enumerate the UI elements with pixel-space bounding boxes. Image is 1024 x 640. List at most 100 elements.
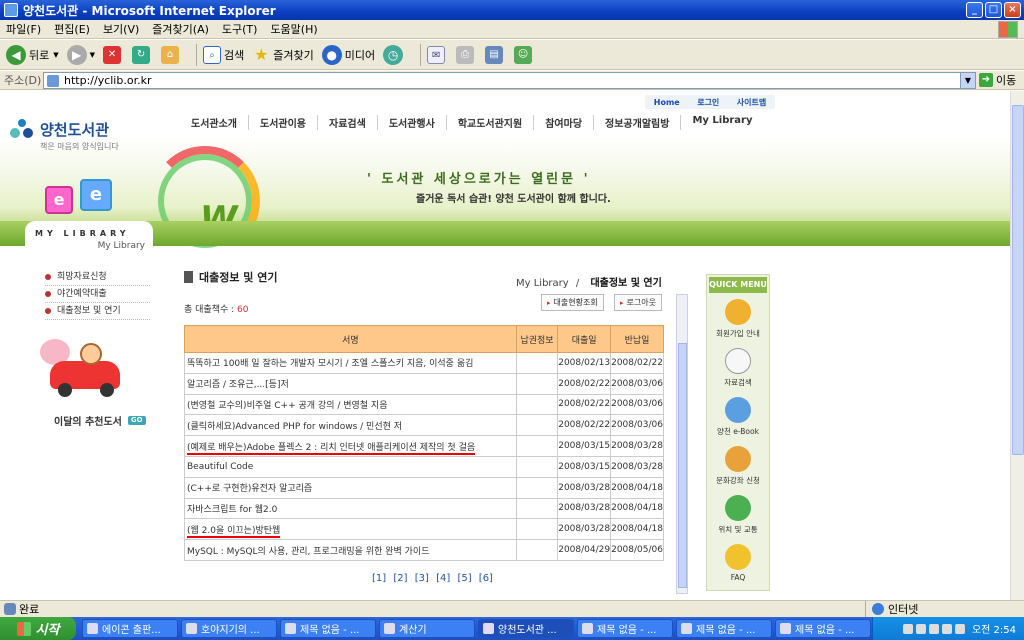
history-button[interactable]: ◷ [383,44,406,65]
favorites-button[interactable]: ★ 즐겨찾기 [252,45,314,64]
nav-school[interactable]: 학교도서관지원 [447,115,535,130]
home-button[interactable]: ⌂ [161,45,182,64]
menu-edit[interactable]: 편집(E) [54,21,90,37]
menu-bar: 파일(F) 편집(E) 보기(V) 즐겨찾기(A) 도구(T) 도움말(H) [0,20,1024,39]
page-scrollbar[interactable] [1010,91,1024,600]
util-home-link[interactable]: Home [654,98,680,107]
nav-mylibrary[interactable]: My Library [681,115,763,130]
page-link[interactable]: [2] [393,573,407,584]
menu-help[interactable]: 도움말(H) [270,21,317,37]
tray-icon[interactable] [941,623,952,634]
inner-scrollbar[interactable] [676,294,688,594]
address-input[interactable]: http://yclib.or.kr ▼ [43,72,976,89]
menu-view[interactable]: 보기(V) [103,21,139,37]
tray-icon[interactable] [928,623,939,634]
table-row[interactable]: 알고리즘 / 조유근,...[등]저 2008/02/22 2008/03/06 [184,372,664,395]
tray-icon[interactable] [902,623,913,634]
book-title-text[interactable]: (웹 2.0을 이끄는)방탄웹 [187,525,281,538]
start-button[interactable]: 시작 [0,617,76,640]
stop-button[interactable]: ✕ [103,45,124,64]
nav-community[interactable]: 참여마당 [534,115,595,130]
taskbar-item[interactable]: 제목 없음 - ... [577,619,673,638]
return-date: 2008/03/28 [610,435,664,457]
menu-favorites[interactable]: 즐겨찾기(A) [152,21,209,37]
close-button[interactable]: × [1004,2,1021,18]
quick-join[interactable]: 회원가입 안내 [707,295,769,344]
menu-file[interactable]: 파일(F) [6,21,41,37]
book-title: 알고리즘 / 조유근,...[등]저 [184,372,517,395]
total-loans-value: 60 [237,305,249,315]
table-row[interactable]: (예제로 배우는)Adobe 플렉스 2 : 리치 인터넷 애플리케이션 제작의… [184,435,664,457]
recommend-illustration[interactable] [40,331,155,411]
mail-button[interactable]: ✉ [427,45,448,64]
table-row[interactable]: MySQL : MySQL의 사용, 관리, 프로그래밍을 위한 완벽 가이드 2… [184,539,664,561]
logout-button[interactable]: ▸ 로그아웃 [614,294,662,311]
nav-about[interactable]: 도서관소개 [180,115,249,130]
globe-icon [725,495,751,521]
table-row[interactable]: 똑똑하고 100배 일 잘하는 개발자 모시기 / 조엘 스폴스키 지음, 이석… [184,352,664,374]
print-button[interactable]: ⎙ [456,45,477,64]
forward-button[interactable]: ▶ ▼ [66,44,95,65]
table-row[interactable]: 자바스크립트 for 웹2.0 2008/03/28 2008/04/18 [184,497,664,520]
loan-status-button[interactable]: ▸ 대출현황조회 [541,294,604,311]
info-cell [515,476,559,499]
go-button[interactable]: ➜ 이동 [979,72,1016,88]
nav-info[interactable]: 정보공개알림방 [594,115,682,130]
nav-usage[interactable]: 도서관이용 [249,115,318,130]
app-icon [384,623,395,634]
side-item-request[interactable]: 희망자료신청 [45,269,150,286]
return-date: 2008/02/22 [610,352,664,374]
minimize-button[interactable]: _ [966,2,983,18]
media-button[interactable]: ● 미디어 [321,44,375,65]
ebook-icon [725,397,751,423]
site-logo[interactable]: 양천도서관 책은 마음의 양식입니다 [10,119,119,152]
taskbar-item[interactable]: 계산기 [379,619,475,638]
quick-ebook[interactable]: 양천 e-Book [707,393,769,442]
refresh-button[interactable]: ↻ [132,45,153,64]
maximize-button[interactable]: □ [985,2,1002,18]
page-link[interactable]: [5] [457,573,471,584]
search-button[interactable]: ⌕ 검색 [203,45,244,64]
taskbar-item[interactable]: 에이콘 출판... [82,619,178,638]
address-dropdown-icon[interactable]: ▼ [960,73,975,88]
side-item-loan-info[interactable]: 대출정보 및 연기 [45,303,150,320]
table-row[interactable]: (변영철 교수의)비주얼 C++ 공개 강의 / 변영철 지음 2008/02/2… [184,393,664,416]
page-link[interactable]: [6] [479,573,493,584]
taskbar-item[interactable]: 양천도서관 ... [478,619,574,638]
tray-icon[interactable] [915,623,926,634]
side-item-night-loan[interactable]: 야간예약대출 [45,286,150,303]
nav-search[interactable]: 자료검색 [318,115,378,130]
page-link[interactable]: [4] [436,573,450,584]
go-badge[interactable]: GO [127,416,146,425]
history-icon: ◷ [383,44,404,65]
recommend-label[interactable]: 이달의 추천도서 GO [54,413,146,428]
taskbar-item[interactable]: 호야지기의 ... [181,619,277,638]
taskbar-item[interactable]: 제목 없음 - ... [676,619,772,638]
messenger-button[interactable]: ☺ [514,45,535,64]
loan-date: 2008/03/15 [557,455,612,478]
info-cell [515,372,559,395]
back-button[interactable]: ◀ 뒤로 ▼ [6,44,59,65]
quick-lecture[interactable]: 문화강좌 신청 [707,442,769,491]
menu-tools[interactable]: 도구(T) [222,21,258,37]
quick-search[interactable]: 자료검색 [707,344,769,393]
util-sitemap-link[interactable]: 사이트맵 [737,97,766,108]
page-link[interactable]: [1] [372,573,386,584]
table-row[interactable]: Beautiful Code 2008/03/15 2008/03/28 [184,455,664,478]
table-row[interactable]: (클릭하세요)Advanced PHP for windows / 민선현 저 2… [184,414,664,437]
volume-icon[interactable] [954,623,965,634]
quick-faq[interactable]: FAQ [707,540,769,589]
address-label: 주소(D) [4,74,42,87]
table-row[interactable]: (C++로 구현한)유전자 알고리즘 2008/03/28 2008/04/18 [184,476,664,499]
return-date: 2008/04/18 [610,497,664,520]
page-link[interactable]: [3] [415,573,429,584]
book-title-text[interactable]: (예제로 배우는)Adobe 플렉스 2 : 리치 인터넷 애플리케이션 제작의… [187,442,476,455]
taskbar-item[interactable]: 제목 없음 - ... [280,619,376,638]
table-row[interactable]: (웹 2.0을 이끄는)방탄웹 2008/03/28 2008/04/18 [184,518,664,541]
edit-button[interactable]: ▤ [485,45,506,64]
util-login-link[interactable]: 로그인 [697,97,719,108]
nav-events[interactable]: 도서관행사 [378,115,447,130]
quick-location[interactable]: 위치 및 교통 [707,491,769,540]
taskbar-item[interactable]: 제목 없음 - ... [775,619,871,638]
scroll-thumb[interactable] [1012,105,1024,455]
